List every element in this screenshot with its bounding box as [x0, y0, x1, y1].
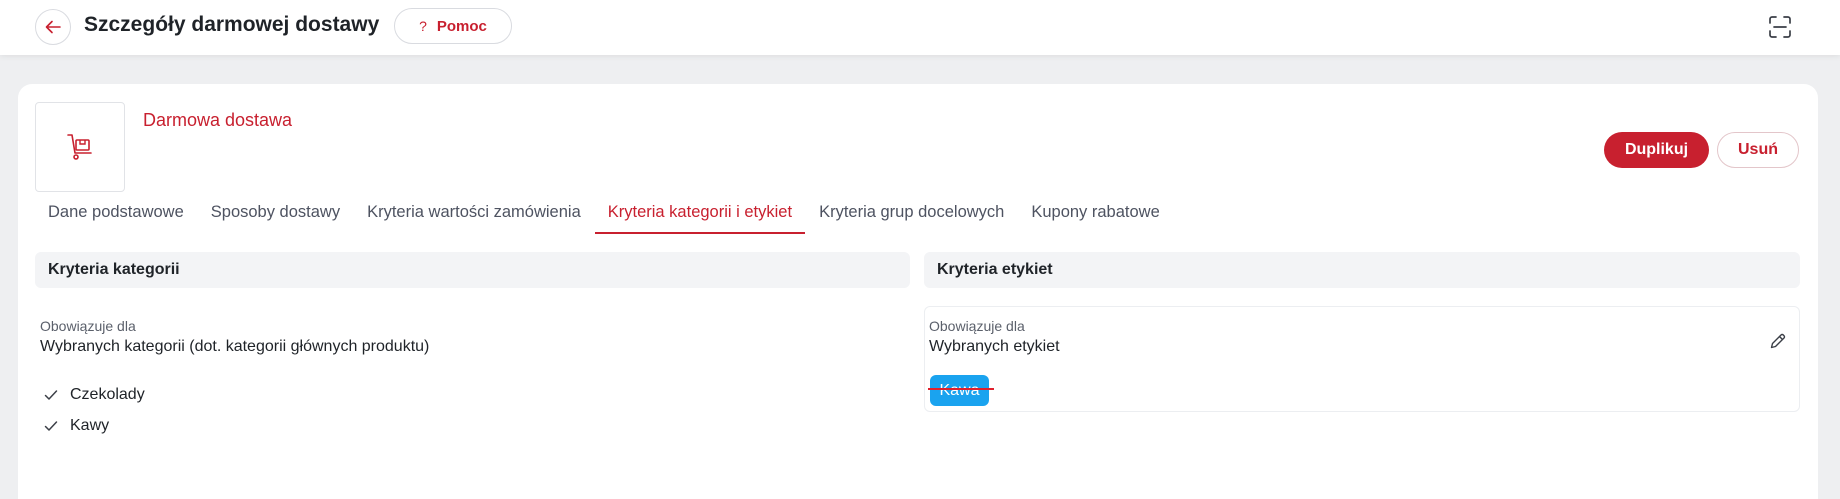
duplicate-button[interactable]: Duplikuj: [1604, 132, 1709, 168]
label-criteria-header: Kryteria etykiet: [924, 252, 1800, 288]
tab-bar: Dane podstawowe Sposoby dostawy Kryteria…: [35, 196, 1173, 234]
check-icon: [44, 390, 58, 400]
tab-target-group-criteria[interactable]: Kryteria grup docelowych: [806, 196, 1017, 234]
tab-delivery-methods[interactable]: Sposoby dostawy: [198, 196, 353, 234]
label-tag: Kawa: [930, 375, 989, 406]
pencil-icon: [1770, 333, 1786, 349]
category-applies-label: Obowiązuje dla: [40, 318, 136, 334]
list-item: Czekolady: [44, 385, 145, 405]
fullscreen-button[interactable]: [1766, 13, 1794, 41]
tab-category-label-criteria[interactable]: Kryteria kategorii i etykiet: [594, 196, 806, 234]
fullscreen-icon: [1769, 16, 1791, 38]
tag-strikethrough-line: [928, 388, 994, 390]
back-button[interactable]: [35, 9, 71, 45]
tab-basic-data[interactable]: Dane podstawowe: [35, 196, 197, 234]
details-card: [18, 84, 1818, 499]
category-name: Czekolady: [70, 386, 145, 403]
edit-labels-button[interactable]: [1768, 331, 1788, 351]
tab-discount-coupons[interactable]: Kupony rabatowe: [1018, 196, 1172, 234]
category-applies-value: Wybranych kategorii (dot. kategorii głów…: [40, 338, 430, 355]
label-applies-value: Wybranych etykiet: [929, 338, 1060, 355]
question-icon: ?: [419, 18, 427, 34]
promo-name: Darmowa dostawa: [143, 110, 293, 130]
delivery-cart-icon: [67, 134, 92, 160]
page-title: Szczegóły darmowej dostawy: [84, 13, 380, 36]
help-button[interactable]: ? Pomoc: [394, 8, 512, 44]
list-item: Kawy: [44, 416, 109, 436]
label-applies-label: Obowiązuje dla: [929, 318, 1025, 334]
check-icon: [44, 421, 58, 431]
arrow-left-icon: [45, 20, 61, 34]
promo-thumbnail: [35, 102, 125, 192]
tab-order-value-criteria[interactable]: Kryteria wartości zamówienia: [354, 196, 594, 234]
category-name: Kawy: [70, 417, 110, 434]
delete-button[interactable]: Usuń: [1717, 132, 1799, 168]
help-button-label: Pomoc: [436, 17, 487, 35]
label-criteria-box: [924, 306, 1800, 412]
top-bar: Szczegóły darmowej dostawy ? Pomoc: [0, 0, 1840, 55]
category-criteria-header: Kryteria kategorii: [35, 252, 910, 288]
